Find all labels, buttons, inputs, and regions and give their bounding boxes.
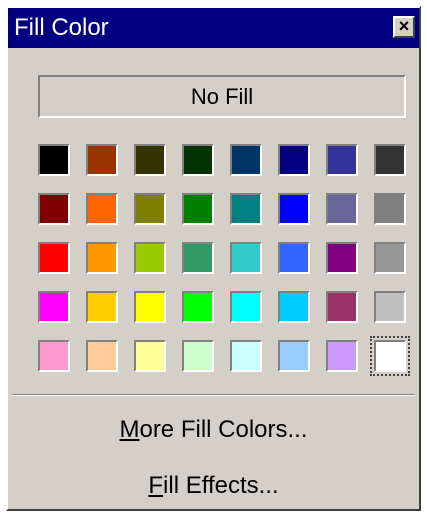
color-swatch[interactable] [134, 193, 166, 225]
color-swatch[interactable] [326, 340, 358, 372]
color-swatch[interactable] [38, 242, 70, 274]
color-swatch[interactable] [86, 144, 118, 176]
color-swatch[interactable] [86, 242, 118, 274]
color-swatch[interactable] [278, 144, 310, 176]
color-swatch[interactable] [38, 193, 70, 225]
more-fill-colors-label: ore Fill Colors... [139, 416, 308, 443]
color-swatch[interactable] [38, 291, 70, 323]
color-swatch[interactable] [134, 291, 166, 323]
title-bar[interactable]: Fill Color × [8, 8, 419, 48]
color-swatch[interactable] [86, 340, 118, 372]
color-swatch[interactable] [230, 193, 262, 225]
color-swatch[interactable] [326, 193, 358, 225]
fill-effects-label: ill Effects... [163, 472, 279, 499]
more-fill-colors-item[interactable]: More Fill Colors... [8, 408, 419, 452]
color-swatch[interactable] [230, 144, 262, 176]
color-swatch[interactable] [374, 144, 406, 176]
color-swatch[interactable] [374, 242, 406, 274]
color-swatch[interactable] [182, 291, 214, 323]
close-button[interactable]: × [393, 16, 415, 38]
color-swatch[interactable] [230, 340, 262, 372]
color-swatch[interactable] [374, 193, 406, 225]
fill-effects-item[interactable]: Fill Effects... [8, 464, 419, 508]
color-swatch[interactable] [134, 144, 166, 176]
fill-effects-accel: F [148, 472, 164, 499]
color-swatch[interactable] [182, 340, 214, 372]
color-swatch[interactable] [278, 242, 310, 274]
color-swatch[interactable] [38, 144, 70, 176]
color-swatch[interactable] [182, 242, 214, 274]
color-swatch[interactable] [374, 291, 406, 323]
color-swatch[interactable] [134, 242, 166, 274]
color-swatch[interactable] [86, 193, 118, 225]
color-swatch[interactable] [326, 242, 358, 274]
color-swatch[interactable] [38, 340, 70, 372]
menu-separator [12, 394, 415, 396]
color-swatch[interactable] [230, 291, 262, 323]
color-swatch[interactable] [278, 291, 310, 323]
fill-color-palette-window: Fill Color × No Fill More Fill Colors...… [6, 6, 421, 511]
color-swatch[interactable] [230, 242, 262, 274]
color-swatch[interactable] [134, 340, 166, 372]
no-fill-button[interactable]: No Fill [38, 75, 406, 118]
more-fill-colors-accel: M [119, 416, 140, 443]
color-swatch[interactable] [278, 193, 310, 225]
color-swatch[interactable] [182, 144, 214, 176]
color-swatch[interactable] [326, 291, 358, 323]
close-icon: × [398, 16, 410, 36]
color-swatch[interactable] [86, 291, 118, 323]
color-swatch[interactable] [182, 193, 214, 225]
color-swatch[interactable] [326, 144, 358, 176]
color-swatch[interactable] [278, 340, 310, 372]
color-swatch[interactable] [370, 336, 410, 376]
window-title: Fill Color [14, 14, 109, 41]
